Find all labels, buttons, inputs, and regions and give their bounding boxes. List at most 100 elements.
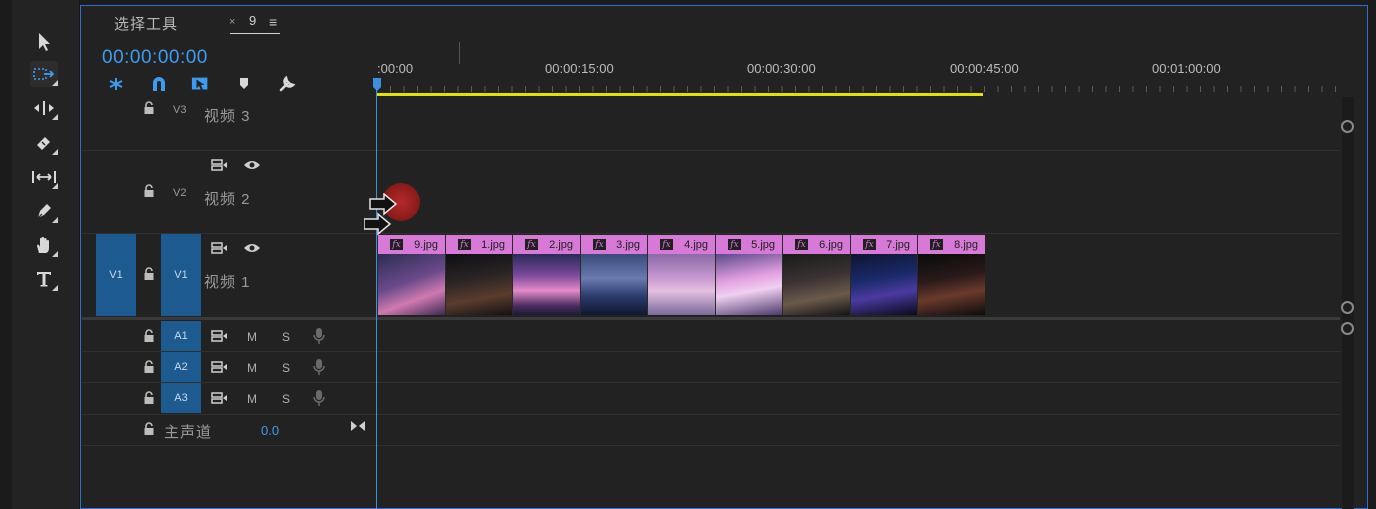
video-clip[interactable]: fx 1.jpg xyxy=(445,235,512,315)
track-name-v3: 视频 3 xyxy=(204,108,251,125)
lock-icon[interactable] xyxy=(143,184,155,203)
video-clip[interactable]: fx 4.jpg xyxy=(647,235,715,315)
track-target-a1[interactable]: A1 xyxy=(161,321,201,351)
playhead-handle[interactable] xyxy=(373,78,381,91)
clip-header[interactable]: fx 7.jpg xyxy=(851,235,917,254)
left-edge-strip xyxy=(0,0,12,509)
video-clip[interactable]: fx 9.jpg xyxy=(377,235,445,315)
track-select-cursor-icon xyxy=(364,193,398,236)
fx-badge[interactable]: fx xyxy=(525,239,538,250)
source-patch-v1[interactable]: V1 xyxy=(96,234,136,316)
clip-header[interactable]: fx 9.jpg xyxy=(378,235,445,254)
clip-header[interactable]: fx 4.jpg xyxy=(648,235,715,254)
clip-header[interactable]: fx 5.jpg xyxy=(716,235,782,254)
clip-thumbnail xyxy=(716,254,782,315)
linked-selection-icon[interactable] xyxy=(191,75,211,93)
fx-badge[interactable]: fx xyxy=(795,239,808,250)
clip-name: 8.jpg xyxy=(954,238,978,251)
voice-over-record-icon[interactable] xyxy=(313,327,325,350)
toggle-sync-lock-icon[interactable] xyxy=(211,360,229,379)
ripple-edit-tool-icon[interactable] xyxy=(30,95,58,121)
slip-tool-icon[interactable] xyxy=(30,164,58,190)
video-clip[interactable]: fx 3.jpg xyxy=(580,235,647,315)
mute-button[interactable]: M xyxy=(247,392,257,406)
fx-badge[interactable]: fx xyxy=(863,239,876,250)
solo-button[interactable]: S xyxy=(282,392,290,406)
fx-badge[interactable]: fx xyxy=(930,239,943,250)
voice-over-record-icon[interactable] xyxy=(313,389,325,412)
fx-badge[interactable]: fx xyxy=(593,239,606,250)
type-tool-icon[interactable] xyxy=(30,266,58,292)
track-name-v1: 视频 1 xyxy=(204,274,251,291)
ruler-divider xyxy=(459,42,460,64)
nest-sequence-icon[interactable] xyxy=(106,75,126,93)
video-clip[interactable]: fx 7.jpg xyxy=(850,235,917,315)
selection-tool-icon[interactable] xyxy=(30,29,58,55)
clip-header[interactable]: fx 2.jpg xyxy=(513,235,580,254)
track-name-v2: 视频 2 xyxy=(204,191,251,208)
clip-header[interactable]: fx 1.jpg xyxy=(446,235,512,254)
clip-name: 1.jpg xyxy=(481,238,505,251)
audio-scroll-handle-top[interactable] xyxy=(1341,322,1354,335)
lock-icon[interactable] xyxy=(143,267,155,286)
add-marker-icon[interactable] xyxy=(234,75,254,93)
playhead-line[interactable] xyxy=(376,78,377,509)
snap-icon[interactable] xyxy=(149,75,169,93)
lock-icon[interactable] xyxy=(143,101,155,120)
playhead-timecode[interactable]: 00:00:00:00 xyxy=(102,47,208,69)
clip-name: 9.jpg xyxy=(414,238,438,251)
eye-icon[interactable] xyxy=(243,241,261,260)
solo-button[interactable]: S xyxy=(282,330,290,344)
clip-header[interactable]: fx 6.jpg xyxy=(783,235,850,254)
solo-button[interactable]: S xyxy=(282,361,290,375)
track-id-v2[interactable]: V2 xyxy=(173,187,186,199)
close-tab-icon[interactable]: × xyxy=(229,16,235,28)
panel-menu-icon[interactable]: ≡ xyxy=(269,14,277,30)
track-target-v1[interactable]: V1 xyxy=(161,234,201,316)
video-clip[interactable]: fx 6.jpg xyxy=(782,235,850,315)
sequence-tab[interactable]: 9 xyxy=(249,13,256,28)
fx-badge[interactable]: fx xyxy=(458,239,471,250)
razor-tool-icon[interactable] xyxy=(30,130,58,156)
toggle-sync-lock-icon[interactable] xyxy=(211,329,229,348)
toggle-sync-lock-icon[interactable] xyxy=(211,158,229,177)
ruler-label: :00:00 xyxy=(377,61,414,76)
master-volume-value[interactable]: 0.0 xyxy=(261,423,279,438)
mute-button[interactable]: M xyxy=(247,361,257,375)
mute-button[interactable]: M xyxy=(247,330,257,344)
toggle-sync-lock-icon[interactable] xyxy=(211,391,229,410)
clip-header[interactable]: fx 3.jpg xyxy=(581,235,647,254)
lock-icon[interactable] xyxy=(143,360,155,379)
track-separator xyxy=(82,351,1340,352)
track-target-a3[interactable]: A3 xyxy=(161,383,201,413)
clip-thumbnail xyxy=(378,254,445,315)
lock-icon[interactable] xyxy=(143,422,155,441)
go-to-in-out-icon[interactable] xyxy=(350,419,366,437)
clip-header[interactable]: fx 8.jpg xyxy=(918,235,985,254)
track-id-v3[interactable]: V3 xyxy=(173,104,186,116)
clip-thumbnail xyxy=(648,254,715,315)
lock-icon[interactable] xyxy=(143,329,155,348)
track-target-a2[interactable]: A2 xyxy=(161,352,201,382)
fx-badge[interactable]: fx xyxy=(728,239,741,250)
scroll-handle-bottom[interactable] xyxy=(1341,301,1354,314)
fx-badge[interactable]: fx xyxy=(390,239,403,250)
track-select-forward-tool-icon[interactable] xyxy=(30,61,58,87)
video-audio-divider[interactable] xyxy=(82,317,1340,320)
lock-icon[interactable] xyxy=(143,391,155,410)
track-separator xyxy=(82,382,1340,383)
toggle-sync-lock-icon[interactable] xyxy=(211,241,229,260)
work-area-bar[interactable] xyxy=(377,93,983,96)
voice-over-record-icon[interactable] xyxy=(313,358,325,381)
hand-tool-icon[interactable] xyxy=(30,232,58,258)
tools-panel xyxy=(12,0,80,509)
video-clip[interactable]: fx 5.jpg xyxy=(715,235,782,315)
pen-tool-icon[interactable] xyxy=(30,198,58,224)
eye-icon[interactable] xyxy=(243,158,261,177)
time-ruler[interactable]: :00:00 00:00:15:00 00:00:30:00 00:00:45:… xyxy=(377,38,1340,96)
fx-badge[interactable]: fx xyxy=(660,239,673,250)
timeline-settings-icon[interactable] xyxy=(277,75,297,93)
video-clip[interactable]: fx 2.jpg xyxy=(512,235,580,315)
scroll-handle-top[interactable] xyxy=(1341,120,1354,133)
video-clip[interactable]: fx 8.jpg xyxy=(917,235,985,315)
